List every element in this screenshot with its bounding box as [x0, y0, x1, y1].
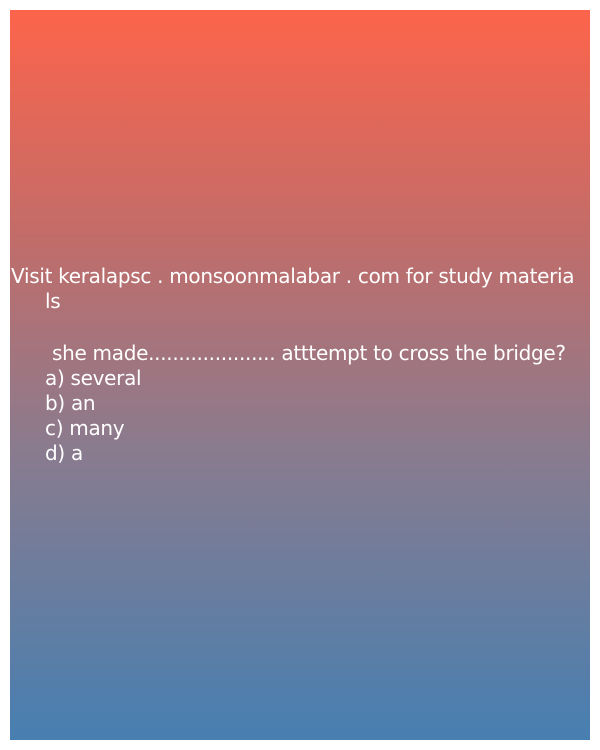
source-text-line-2: ls: [45, 289, 61, 313]
question-card: Visit keralapsc . monsoonmalabar . com f…: [10, 10, 590, 740]
option-b: b) an: [45, 391, 96, 415]
option-d: d) a: [45, 441, 83, 465]
source-text-line-1: Visit keralapsc . monsoonmalabar . com f…: [11, 264, 575, 288]
question-text: she made..................... atttempt t…: [52, 341, 566, 365]
option-a: a) several: [45, 366, 142, 390]
option-c: c) many: [45, 416, 125, 440]
